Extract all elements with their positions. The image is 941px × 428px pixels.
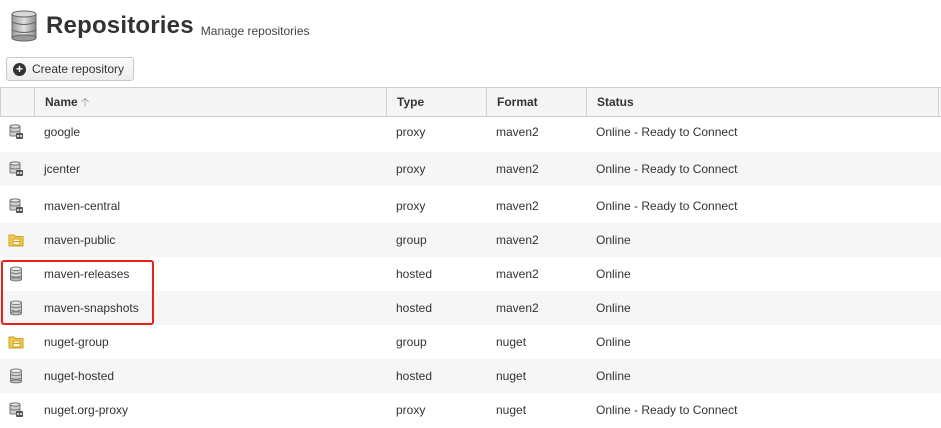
repo-name: maven-central — [44, 199, 121, 213]
column-header-format-label: Format — [497, 95, 538, 109]
repo-status: Online — [596, 335, 631, 349]
repo-type: proxy — [396, 125, 426, 139]
table-row[interactable]: maven-releases hosted maven2 Online — [0, 257, 941, 291]
page-header: Repositories Manage repositories — [10, 8, 310, 44]
hosted-repo-icon — [8, 291, 24, 325]
repo-format: maven2 — [496, 125, 539, 139]
plus-circle-icon: + — [13, 62, 26, 76]
proxy-repo-icon — [8, 393, 24, 427]
table-row[interactable]: nuget-group group nuget Online — [0, 325, 941, 359]
table-row[interactable]: jcenter proxy maven2 Online - Ready to Conn… — [0, 152, 941, 186]
column-header-name[interactable]: Name 🡡 — [34, 88, 386, 116]
page-subtitle: Manage repositories — [200, 24, 310, 38]
repo-format: maven2 — [496, 162, 539, 176]
repo-type: proxy — [396, 162, 426, 176]
page-title: Repositories — [46, 12, 194, 39]
repo-type: proxy — [396, 199, 426, 213]
repo-name: nuget.org-proxy — [44, 403, 129, 417]
repo-name: nuget-hosted — [44, 369, 115, 383]
sort-ascending-icon: 🡡 — [80, 95, 90, 109]
repo-name: maven-releases — [44, 267, 130, 281]
repo-status: Online - Ready to Connect — [596, 125, 738, 139]
repo-status: Online - Ready to Connect — [596, 403, 738, 417]
repo-format: nuget — [496, 369, 527, 383]
proxy-repo-icon — [8, 189, 24, 223]
column-header-format[interactable]: Format — [486, 88, 586, 116]
column-header-status[interactable]: Status — [586, 88, 939, 116]
database-icon — [11, 10, 37, 42]
repo-type: proxy — [396, 403, 426, 417]
table-row[interactable]: maven-central proxy maven2 Online - Ready t… — [0, 189, 941, 223]
table-row[interactable]: maven-public group maven2 Online — [0, 223, 941, 257]
repo-format: maven2 — [496, 267, 539, 281]
repo-name: google — [44, 125, 81, 139]
proxy-repo-icon — [8, 152, 24, 186]
repo-format: maven2 — [496, 233, 539, 247]
group-repo-icon — [8, 223, 24, 257]
repositories-table: Name 🡡 Type Format Status google proxy mave… — [0, 87, 941, 417]
table-row[interactable]: google proxy maven2 Online - Ready to Conne… — [0, 115, 941, 149]
repo-name: maven-snapshots — [44, 301, 139, 315]
repo-status: Online — [596, 267, 631, 281]
column-header-type[interactable]: Type — [386, 88, 486, 116]
table-row[interactable]: nuget.org-proxy proxy nuget Online - Ready … — [0, 393, 941, 427]
table-row[interactable]: nuget-hosted hosted nuget Online — [0, 359, 941, 393]
table-row[interactable]: maven-snapshots hosted maven2 Online — [0, 291, 941, 325]
repo-name: nuget-group — [44, 335, 109, 349]
repo-status: Online - Ready to Connect — [596, 199, 738, 213]
proxy-repo-icon — [8, 115, 24, 149]
column-header-type-label: Type — [397, 95, 425, 109]
repo-status: Online — [596, 301, 631, 315]
repo-name: jcenter — [44, 162, 81, 176]
repo-status: Online - Ready to Connect — [596, 162, 738, 176]
repo-type: group — [396, 335, 427, 349]
column-header-icon — [0, 88, 34, 116]
repo-type: hosted — [396, 369, 433, 383]
create-repository-button[interactable]: + Create repository — [6, 57, 135, 81]
group-repo-icon — [8, 325, 24, 359]
repo-format: nuget — [496, 403, 527, 417]
repo-status: Online — [596, 233, 631, 247]
repo-type: hosted — [396, 301, 433, 315]
repo-status: Online — [596, 369, 631, 383]
repo-type: group — [396, 233, 427, 247]
repo-format: maven2 — [496, 301, 539, 315]
column-header-status-label: Status — [597, 95, 634, 109]
repo-format: nuget — [496, 335, 527, 349]
repo-name: maven-public — [44, 233, 116, 247]
repo-format: maven2 — [496, 199, 539, 213]
repo-type: hosted — [396, 267, 433, 281]
hosted-repo-icon — [8, 257, 24, 291]
column-header-name-label: Name — [45, 95, 78, 109]
hosted-repo-icon — [8, 359, 24, 393]
create-repository-label: Create repository — [32, 62, 125, 76]
table-header: Name 🡡 Type Format Status — [0, 87, 941, 117]
